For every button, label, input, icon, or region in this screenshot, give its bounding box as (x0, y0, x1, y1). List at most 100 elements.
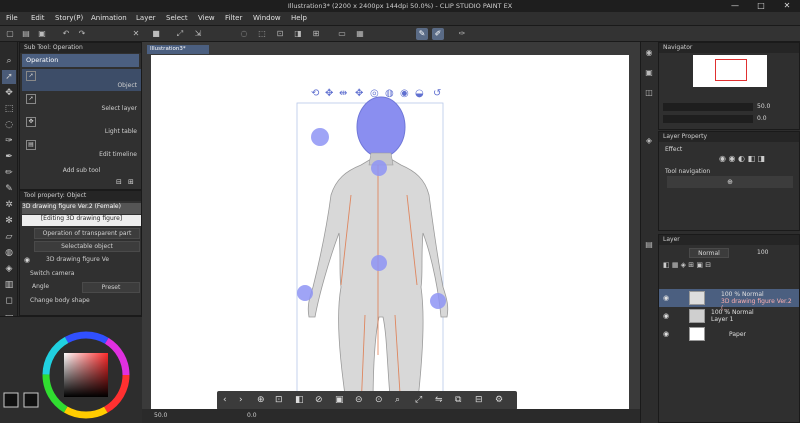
menu-view[interactable]: View (198, 14, 215, 22)
figure-icon[interactable]: ◻ (2, 294, 16, 308)
navigator-angle[interactable]: 0.0 (757, 115, 767, 122)
copy-icon[interactable]: ⧉ (455, 395, 461, 405)
zoom-icon[interactable]: ⌕ (2, 54, 16, 68)
save-icon[interactable]: ▣ (36, 28, 48, 40)
subtool-item-light-table[interactable]: ✥ Light table (22, 115, 141, 137)
zoom-readout[interactable]: 50.0 (154, 412, 167, 419)
maximize-button[interactable]: □ (748, 0, 774, 12)
ruler-icon[interactable]: ▭ (336, 28, 348, 40)
layer-row-3d-figure[interactable]: ◉ 100 % Normal 3D drawing figure Ver.2 (… (659, 289, 799, 312)
lock-icon[interactable]: ⊝ (355, 395, 363, 405)
menu-help[interactable]: Help (291, 14, 307, 22)
deselect-icon[interactable]: ⊡ (274, 28, 286, 40)
redo-icon[interactable]: ↷ (76, 28, 88, 40)
effect-buttons[interactable]: ◉ ◉ ◐ ◧ ◨ (719, 154, 765, 163)
menu-select[interactable]: Select (166, 14, 188, 22)
subtool-item-select-layer[interactable]: ➚ Select layer (22, 92, 141, 114)
clear-icon[interactable]: ✕ (130, 28, 142, 40)
3d-figure[interactable]: ⟲ ✥ ⇹ ✥ ◎ ◍ ◉ ◒ ↺ (151, 55, 629, 410)
search-icon[interactable]: ⌕ (395, 395, 400, 405)
transparent-operation-dropdown[interactable]: Operation of transparent part (34, 228, 140, 239)
menu-file[interactable]: File (6, 14, 18, 22)
fill-tool-icon[interactable]: ◈ (2, 262, 16, 276)
operation-icon[interactable]: ➚ (2, 70, 16, 84)
navigator-icon[interactable]: ◉ (642, 46, 656, 60)
menu-layer[interactable]: Layer (136, 14, 156, 22)
lasso-tool-icon[interactable]: ◌ (2, 118, 16, 132)
settings-icon[interactable]: ⚙ (495, 395, 503, 405)
blend-icon[interactable]: ◍ (2, 246, 16, 260)
open-icon[interactable]: ▤ (20, 28, 32, 40)
apply-icon[interactable]: ◧ (295, 395, 304, 405)
reset-figure-icon[interactable]: ⊘ (315, 395, 323, 405)
subtool-group-operation[interactable]: Operation (22, 54, 139, 67)
pose-icon[interactable]: ⊕ (257, 395, 265, 405)
minimize-button[interactable]: — (722, 0, 748, 12)
navigator-preview[interactable] (693, 55, 767, 87)
document-tab[interactable]: Illustration3* (147, 45, 209, 54)
gradient-icon[interactable]: ▥ (2, 278, 16, 292)
expand-icon[interactable]: ⤢ (415, 395, 422, 405)
navigator-viewport[interactable] (715, 59, 747, 81)
subtool-copy-icon[interactable]: ⊞ (128, 178, 134, 186)
eye-icon[interactable]: ◉ (663, 330, 669, 338)
blend-mode-dropdown[interactable]: Normal (689, 248, 729, 258)
angle-slider[interactable] (663, 115, 753, 123)
selection-icon[interactable]: ⬚ (2, 102, 16, 116)
airbrush-icon[interactable]: ✲ (2, 198, 16, 212)
decoration-icon[interactable]: ✻ (2, 214, 16, 228)
switch-camera-row[interactable]: Switch camera (22, 270, 141, 281)
change-body-row[interactable]: Change body shape (22, 297, 141, 308)
eyedropper-icon[interactable]: ✑ (456, 28, 468, 40)
menu-animation[interactable]: Animation (91, 14, 127, 22)
eyedropper-tool-icon[interactable]: ✑ (2, 134, 16, 148)
add-subtool-button[interactable]: Add sub tool (22, 167, 141, 178)
canvas-paper[interactable]: ⟲ ✥ ⇹ ✥ ◎ ◍ ◉ ◒ ↺ (151, 55, 629, 410)
object-name-field[interactable]: 3D drawing figure Ver.2 (Female) (22, 203, 141, 214)
snap-icon[interactable]: ⊞ (310, 28, 322, 40)
selectable-object-dropdown[interactable]: Selectable object (34, 241, 140, 252)
navigator-zoom[interactable]: 50.0 (757, 103, 770, 110)
delete-icon[interactable]: ⊟ (475, 395, 483, 405)
layer-property-icon[interactable]: ◈ (642, 134, 656, 148)
pen-tool-icon[interactable]: ✒ (2, 150, 16, 164)
zoom-fit-icon[interactable]: ⊙ (375, 395, 383, 405)
eye-icon[interactable]: ◉ (24, 256, 30, 264)
subtool-item-edit-timeline[interactable]: ▤ Edit timeline (22, 138, 141, 160)
subtool-item-object[interactable]: ➚ Object (22, 69, 141, 91)
info-icon[interactable]: ◫ (642, 86, 656, 100)
zoom-slider[interactable] (663, 103, 753, 111)
layer-row-layer-1[interactable]: ◉ 100 % Normal Layer 1 (659, 307, 799, 325)
layer-toolbar[interactable]: ◧ ▦ ◈ ⊞ ▣ ⊟ (663, 261, 711, 269)
brush-tool-icon[interactable]: ✎ (2, 182, 16, 196)
subtool-settings-icon[interactable]: ⊟ (116, 178, 122, 186)
menu-edit[interactable]: Edit (31, 14, 45, 22)
menu-story[interactable]: Story(P) (55, 14, 83, 22)
camera-icon[interactable]: ⊡ (275, 395, 283, 405)
move-icon[interactable]: ✥ (2, 86, 16, 100)
angle-readout[interactable]: 0.0 (247, 412, 257, 419)
transform-icon[interactable]: ⤢ (174, 28, 186, 40)
eye-icon[interactable]: ◉ (663, 294, 669, 302)
menu-window[interactable]: Window (253, 14, 281, 22)
color-wheel[interactable] (0, 317, 142, 423)
pencil-icon[interactable]: ✏ (2, 166, 16, 180)
layer-row-paper[interactable]: ◉ Paper (659, 325, 799, 343)
object-row[interactable]: 3D drawing figure Ve (22, 256, 141, 267)
close-button[interactable]: ✕ (774, 0, 800, 12)
resize-icon[interactable]: ⇲ (192, 28, 204, 40)
undo-icon[interactable]: ↶ (60, 28, 72, 40)
preset-dropdown[interactable]: Preset (82, 282, 140, 293)
eraser-icon[interactable]: ▱ (2, 230, 16, 244)
lasso-icon[interactable]: ◌ (238, 28, 250, 40)
menu-filter[interactable]: Filter (225, 14, 242, 22)
brush-icon[interactable]: ✎ (416, 28, 428, 40)
new-icon[interactable]: ▢ (4, 28, 16, 40)
next-icon[interactable]: › (239, 395, 243, 405)
grid-icon[interactable]: ▦ (354, 28, 366, 40)
invert-icon[interactable]: ◨ (292, 28, 304, 40)
opacity-readout[interactable]: 100 (757, 249, 768, 256)
select-all-icon[interactable]: ⬚ (256, 28, 268, 40)
sub-view-icon[interactable]: ▣ (642, 66, 656, 80)
prev-icon[interactable]: ‹ (223, 395, 227, 405)
